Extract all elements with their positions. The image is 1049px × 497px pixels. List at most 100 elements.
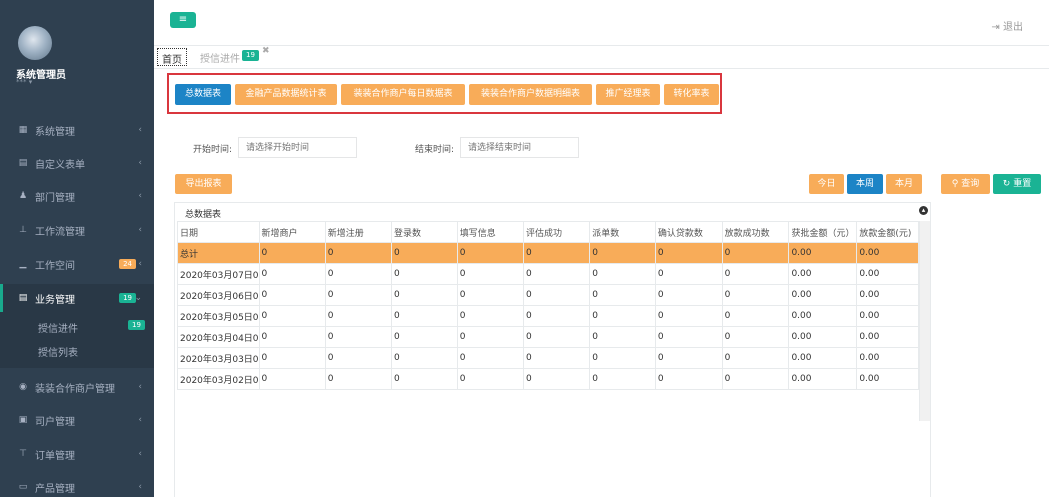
table-cell: 0.00 bbox=[856, 368, 919, 390]
logout-icon: ⇥ bbox=[991, 22, 1000, 33]
today-button[interactable]: 今日 bbox=[809, 174, 844, 194]
user-role[interactable]: *** ▾ bbox=[16, 78, 32, 86]
sidebar-item-account[interactable]: ▣ 司户管理 ‹ bbox=[0, 406, 154, 434]
table-cell: 0 bbox=[589, 284, 656, 306]
table-cell: 0 bbox=[654, 284, 723, 306]
table-cell: 0 bbox=[258, 242, 326, 264]
table-cell: 0 bbox=[391, 305, 458, 327]
panel-title: 总数据表 bbox=[185, 210, 222, 220]
table-cell: 0 bbox=[258, 368, 326, 390]
sitemap-icon: ⊥ bbox=[19, 225, 27, 235]
query-button[interactable]: ⚲ 查询 bbox=[941, 174, 990, 194]
table-cell: 0 bbox=[654, 242, 723, 264]
table-row: 2020年03月07日0 0 0 0 0 0 0 0 0 0.00 0.00 bbox=[177, 263, 919, 285]
table-row: 2020年03月06日0 0 0 0 0 0 0 0 0 0.00 0.00 bbox=[177, 284, 919, 306]
table-cell: 0.00 bbox=[788, 242, 858, 264]
product-icon: ▭ bbox=[18, 482, 28, 492]
table-cell: 0 bbox=[522, 263, 591, 285]
table-cell: 0.00 bbox=[856, 305, 919, 327]
column-header: 放款成功数 bbox=[721, 221, 790, 243]
avatar[interactable] bbox=[18, 26, 52, 60]
chevron-left-icon: ‹ bbox=[138, 225, 142, 235]
report-button-finance-products[interactable]: 金融产品数据统计表 bbox=[235, 84, 337, 105]
sidebar-item-label: 业务管理 bbox=[35, 294, 75, 306]
chevron-left-icon: ‹ bbox=[138, 259, 142, 269]
table-cell: 0 bbox=[654, 326, 723, 348]
sidebar-item-business[interactable]: ▤ 业务管理 19 ⌄ bbox=[0, 284, 154, 312]
sidebar-item-custom-form[interactable]: ▤ 自定义表单 ‹ bbox=[0, 149, 154, 177]
cart-icon: ⊤ bbox=[19, 449, 27, 459]
sidebar-item-products[interactable]: ▭ 产品管理 ‹ bbox=[0, 473, 154, 497]
table-cell: 2020年03月06日0 bbox=[177, 284, 260, 306]
table-scrollbar[interactable] bbox=[919, 221, 930, 421]
table-cell: 0.00 bbox=[788, 326, 858, 348]
table-cell: 0 bbox=[522, 305, 591, 327]
export-report-button[interactable]: 导出报表 bbox=[175, 174, 232, 194]
column-header: 评估成功 bbox=[522, 221, 591, 243]
report-button-conversion[interactable]: 转化率表 bbox=[664, 84, 719, 105]
table-cell: 0.00 bbox=[856, 284, 919, 306]
table-cell: 0 bbox=[391, 263, 458, 285]
table-cell: 0 bbox=[589, 305, 656, 327]
table-cell: 0 bbox=[258, 347, 326, 369]
sidebar-item-label: 工作空间 bbox=[35, 260, 75, 272]
tab-home[interactable]: 首页 bbox=[157, 48, 187, 66]
table-cell: 0 bbox=[324, 326, 393, 348]
collapse-icon[interactable]: ▴ bbox=[919, 206, 928, 215]
report-button-partner-daily[interactable]: 装装合作商户每日数据表 bbox=[341, 84, 465, 105]
table-cell: 0 bbox=[391, 326, 458, 348]
sidebar-item-workspace[interactable]: ▁ 工作空间 24 ‹ bbox=[0, 250, 154, 278]
sidebar-item-label: 自定义表单 bbox=[35, 159, 85, 171]
start-time-input[interactable] bbox=[238, 137, 357, 158]
sidebar-item-orders[interactable]: ⊤ 订单管理 ‹ bbox=[0, 440, 154, 468]
hamburger-icon: ≡ bbox=[178, 14, 188, 25]
menu-toggle-button[interactable]: ≡ bbox=[170, 12, 196, 28]
data-table: 日期 新增商户 新增注册 登录数 填写信息 评估成功 派单数 确认贷款数 放款成… bbox=[177, 221, 919, 390]
table-cell: 0 bbox=[324, 368, 393, 390]
table-cell: 0 bbox=[654, 305, 723, 327]
business-badge: 19 bbox=[119, 293, 136, 303]
end-time-label: 结束时间: bbox=[415, 145, 455, 155]
sidebar-item-partner-merchant[interactable]: ◉ 装装合作商户管理 ‹ bbox=[0, 373, 154, 401]
logout-link[interactable]: ⇥ 退出 bbox=[991, 18, 1023, 33]
column-header: 填写信息 bbox=[456, 221, 524, 243]
table-cell: 0.00 bbox=[856, 242, 919, 264]
table-cell: 0 bbox=[391, 347, 458, 369]
table-cell: 0 bbox=[324, 242, 393, 264]
table-cell: 0 bbox=[456, 305, 524, 327]
reset-button[interactable]: ↻ 重置 bbox=[993, 174, 1041, 194]
tab-badge: 19 bbox=[242, 50, 259, 61]
sidebar-item-department[interactable]: ♟ 部门管理 ‹ bbox=[0, 182, 154, 210]
chevron-left-icon: ‹ bbox=[138, 382, 142, 392]
sidebar-item-workflow[interactable]: ⊥ 工作流管理 ‹ bbox=[0, 216, 154, 244]
table-cell: 0 bbox=[324, 347, 393, 369]
table-cell: 0 bbox=[654, 347, 723, 369]
report-button-total[interactable]: 总数据表 bbox=[175, 84, 231, 105]
close-icon[interactable]: ✖ bbox=[262, 46, 270, 56]
column-header: 新增商户 bbox=[258, 221, 326, 243]
chevron-down-icon: ⌄ bbox=[134, 293, 142, 303]
table-cell: 2020年03月05日0 bbox=[177, 305, 260, 327]
this-month-button[interactable]: 本月 bbox=[886, 174, 922, 194]
tab-credit-entry[interactable]: 授信进件 bbox=[200, 50, 240, 65]
report-button-partner-detail[interactable]: 装装合作商户数据明细表 bbox=[469, 84, 592, 105]
sidebar-item-system[interactable]: ▦ 系统管理 ‹ bbox=[0, 116, 154, 144]
data-panel: 总数据表 ▴ 日期 新增商户 新增注册 登录数 填写信息 评估成功 派单数 确认… bbox=[174, 202, 931, 497]
table-header-row: 日期 新增商户 新增注册 登录数 填写信息 评估成功 派单数 确认贷款数 放款成… bbox=[177, 221, 919, 243]
reset-label: 重置 bbox=[1013, 179, 1032, 189]
this-week-button[interactable]: 本周 bbox=[847, 174, 883, 194]
column-header: 确认贷款数 bbox=[654, 221, 723, 243]
table-cell: 0 bbox=[589, 263, 656, 285]
submenu-item-credit-list[interactable]: 授信列表 bbox=[38, 344, 78, 359]
chevron-left-icon: ‹ bbox=[138, 125, 142, 135]
refresh-icon: ↻ bbox=[1002, 179, 1011, 189]
column-header: 新增注册 bbox=[324, 221, 393, 243]
table-cell: 0 bbox=[456, 347, 524, 369]
table-cell: 0.00 bbox=[856, 347, 919, 369]
submenu-item-credit-entry[interactable]: 授信进件 bbox=[38, 320, 78, 335]
table-cell: 0.00 bbox=[788, 284, 858, 306]
report-button-promotion-manager[interactable]: 推广经理表 bbox=[596, 84, 660, 105]
end-time-input[interactable] bbox=[460, 137, 579, 158]
sidebar-item-label: 司户管理 bbox=[35, 416, 75, 428]
table-row: 2020年03月04日0 0 0 0 0 0 0 0 0 0.00 0.00 bbox=[177, 326, 919, 348]
